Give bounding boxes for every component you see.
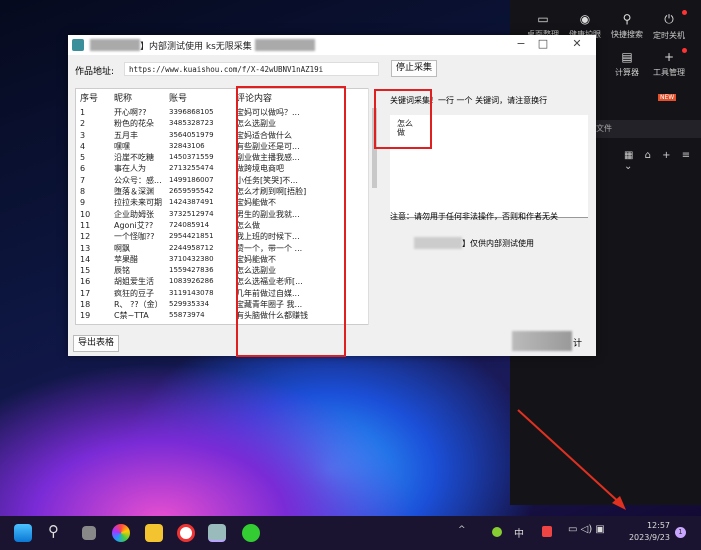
chevron-up-icon[interactable]: ^ <box>458 525 466 535</box>
wechat-icon[interactable] <box>242 524 260 542</box>
search-icon[interactable]: ⚲ <box>48 522 59 540</box>
clock[interactable]: 12:57 2023/9/23 <box>620 520 670 544</box>
red-arrow <box>517 409 626 510</box>
network-volume-icons[interactable]: ▭ ◁) ▣ <box>568 524 605 535</box>
notification-badge[interactable]: 1 <box>675 527 686 538</box>
ime-indicator[interactable]: 中 <box>514 525 524 540</box>
tray-app-icon[interactable] <box>492 527 502 537</box>
app-icon[interactable] <box>177 524 195 542</box>
task-view-icon[interactable] <box>82 526 96 540</box>
browser-icon[interactable] <box>112 524 130 542</box>
file-explorer-icon[interactable] <box>145 524 163 542</box>
ks-app-icon[interactable] <box>208 524 226 542</box>
start-icon[interactable] <box>14 524 32 542</box>
sogou-icon[interactable] <box>542 526 552 537</box>
taskbar: ⚲ ^ 中 ▭ ◁) ▣ 12:57 2023/9/23 1 <box>0 516 701 550</box>
